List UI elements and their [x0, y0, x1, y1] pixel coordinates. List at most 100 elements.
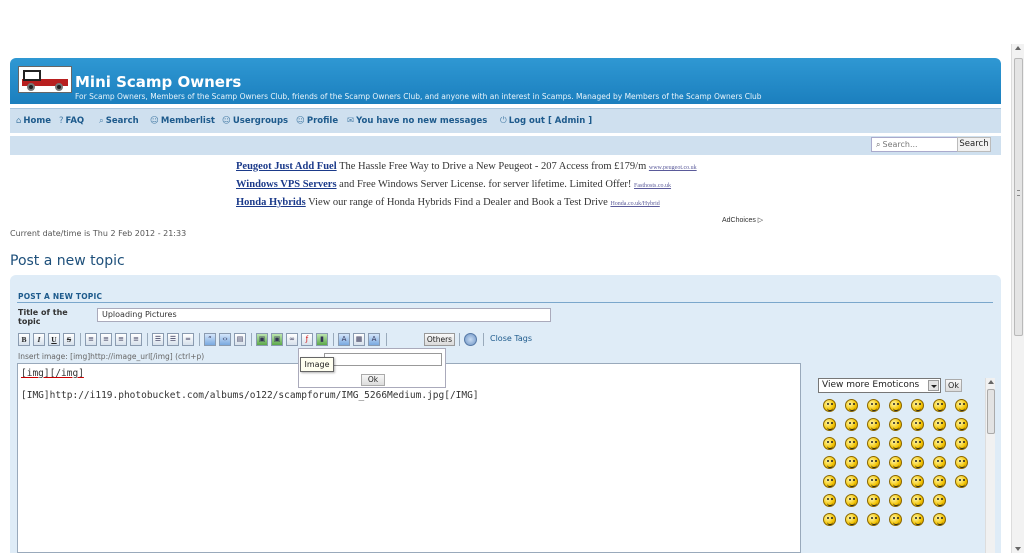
nav-memberlist[interactable]: ☺ Memberlist	[150, 116, 215, 126]
neutral-icon[interactable]	[911, 437, 924, 450]
blush-icon[interactable]	[867, 418, 880, 431]
search-button[interactable]: Search	[957, 137, 991, 152]
laugh-icon[interactable]	[867, 399, 880, 412]
nav-search[interactable]: ⌕ Search	[99, 116, 139, 126]
others-button[interactable]: Others	[424, 333, 455, 346]
code-icon[interactable]: ‹›	[219, 333, 231, 346]
smile-icon[interactable]	[823, 399, 836, 412]
heart-icon[interactable]	[867, 456, 880, 469]
drool-icon[interactable]	[867, 475, 880, 488]
ad-url-link[interactable]: www.peugeot.co.uk	[649, 165, 697, 171]
scrollbar-thumb[interactable]	[987, 389, 995, 434]
pirate-icon[interactable]	[889, 494, 902, 507]
align-right-icon[interactable]: ≡	[115, 333, 127, 346]
thumbsup-icon[interactable]	[933, 494, 946, 507]
rolleyes-icon[interactable]	[933, 437, 946, 450]
nav-profile[interactable]: ☺ Profile	[296, 116, 338, 126]
font-color-icon[interactable]: A	[338, 333, 350, 346]
dizzy-icon[interactable]	[911, 456, 924, 469]
hand-icon[interactable]	[933, 513, 946, 526]
popup-ok-button[interactable]: Ok	[361, 374, 385, 386]
devil-icon[interactable]	[823, 494, 836, 507]
green-face-icon[interactable]	[889, 456, 902, 469]
scroll-up-icon[interactable]	[1015, 46, 1021, 50]
party-icon[interactable]	[867, 513, 880, 526]
silly-icon[interactable]	[933, 456, 946, 469]
search-input[interactable]: ⌕ Search...	[871, 137, 966, 152]
emoticon-scrollbar[interactable]	[985, 378, 995, 553]
list-icon[interactable]: ☰	[152, 333, 164, 346]
mole-icon[interactable]	[955, 475, 968, 488]
nod-icon[interactable]	[845, 494, 858, 507]
idea-icon[interactable]	[889, 437, 902, 450]
cool-icon[interactable]	[933, 399, 946, 412]
site-title[interactable]: Mini Scamp Owners	[75, 73, 241, 91]
angry-icon[interactable]	[911, 418, 924, 431]
table-icon[interactable]: ▤	[234, 333, 246, 346]
happy-icon[interactable]	[845, 399, 858, 412]
align-center-icon[interactable]: ≡	[100, 333, 112, 346]
scroll-down-icon[interactable]	[1015, 547, 1021, 551]
help-icon[interactable]	[464, 333, 477, 346]
ad-url-link[interactable]: Honda.co.uk/Hybrid	[610, 201, 659, 207]
quote-icon[interactable]: “	[204, 333, 216, 346]
exclaim-icon[interactable]	[845, 437, 858, 450]
topic-title-input[interactable]: Uploading Pictures	[97, 308, 551, 322]
frog-icon[interactable]	[911, 475, 924, 488]
grin-icon[interactable]	[955, 399, 968, 412]
adchoices-link[interactable]: AdChoices ▷	[722, 216, 763, 224]
nav-messages[interactable]: ✉ You have no new messages	[347, 116, 487, 126]
sleepy-icon[interactable]	[823, 437, 836, 450]
ad-title-link[interactable]: Peugeot Just Add Fuel	[236, 161, 337, 172]
kiss-icon[interactable]	[867, 494, 880, 507]
align-left-icon[interactable]: ≡	[85, 333, 97, 346]
alien-icon[interactable]	[955, 437, 968, 450]
whistle-icon[interactable]	[889, 475, 902, 488]
numbered-list-icon[interactable]: ☰	[167, 333, 179, 346]
ad-url-link[interactable]: Fasthosts.co.uk	[634, 183, 671, 189]
sad-icon[interactable]	[823, 418, 836, 431]
color-palette-icon[interactable]: ▦	[353, 333, 365, 346]
flash-icon[interactable]: ƒ	[301, 333, 313, 346]
sun-icon[interactable]	[911, 513, 924, 526]
align-justify-icon[interactable]: ≡	[130, 333, 142, 346]
video-icon[interactable]: ▮	[316, 333, 328, 346]
nav-usergroups[interactable]: ☺ Usergroups	[222, 116, 288, 126]
link-icon[interactable]: ∞	[286, 333, 298, 346]
cheers-icon[interactable]	[823, 513, 836, 526]
bold-button[interactable]: B	[18, 333, 30, 346]
emoticon-select[interactable]: View more Emoticons	[818, 378, 941, 393]
chevron-down-icon[interactable]	[928, 380, 939, 391]
close-tags-link[interactable]: Close Tags	[490, 334, 532, 343]
shocked-icon[interactable]	[911, 399, 924, 412]
page-scrollbar[interactable]	[1011, 44, 1024, 553]
question-icon[interactable]	[867, 437, 880, 450]
italic-button[interactable]: I	[33, 333, 45, 346]
surprised-icon[interactable]	[845, 418, 858, 431]
evil-icon[interactable]	[933, 418, 946, 431]
image-url-input[interactable]	[324, 353, 442, 366]
image-icon[interactable]: ▣	[271, 333, 283, 346]
ad-title-link[interactable]: Honda Hybrids	[236, 197, 306, 208]
ad-title-link[interactable]: Windows VPS Servers	[236, 179, 337, 190]
skull-icon[interactable]	[955, 456, 968, 469]
strike-button[interactable]: S	[63, 333, 75, 346]
tongue-icon[interactable]	[955, 418, 968, 431]
emoticon-ok-button[interactable]: Ok	[945, 379, 962, 392]
wink-icon[interactable]	[889, 399, 902, 412]
message-textarea[interactable]: [img][/img] [IMG]http://i119.photobucket…	[17, 363, 801, 553]
confused-icon[interactable]	[889, 418, 902, 431]
nav-faq[interactable]: ? FAQ	[59, 116, 84, 126]
star-icon[interactable]	[823, 456, 836, 469]
hr-icon[interactable]: ═	[182, 333, 194, 346]
scream-icon[interactable]	[911, 494, 924, 507]
nav-home[interactable]: ⌂ Home	[16, 116, 51, 126]
sleep-icon[interactable]	[889, 513, 902, 526]
image-upload-icon[interactable]: ▣	[256, 333, 268, 346]
nav-logout[interactable]: ⏻ Log out [ Admin ]	[500, 116, 592, 126]
bear-icon[interactable]	[933, 475, 946, 488]
site-logo[interactable]	[18, 66, 72, 93]
dance-icon[interactable]	[845, 513, 858, 526]
joy-icon[interactable]	[845, 475, 858, 488]
scrollbar-thumb[interactable]	[1014, 58, 1023, 336]
